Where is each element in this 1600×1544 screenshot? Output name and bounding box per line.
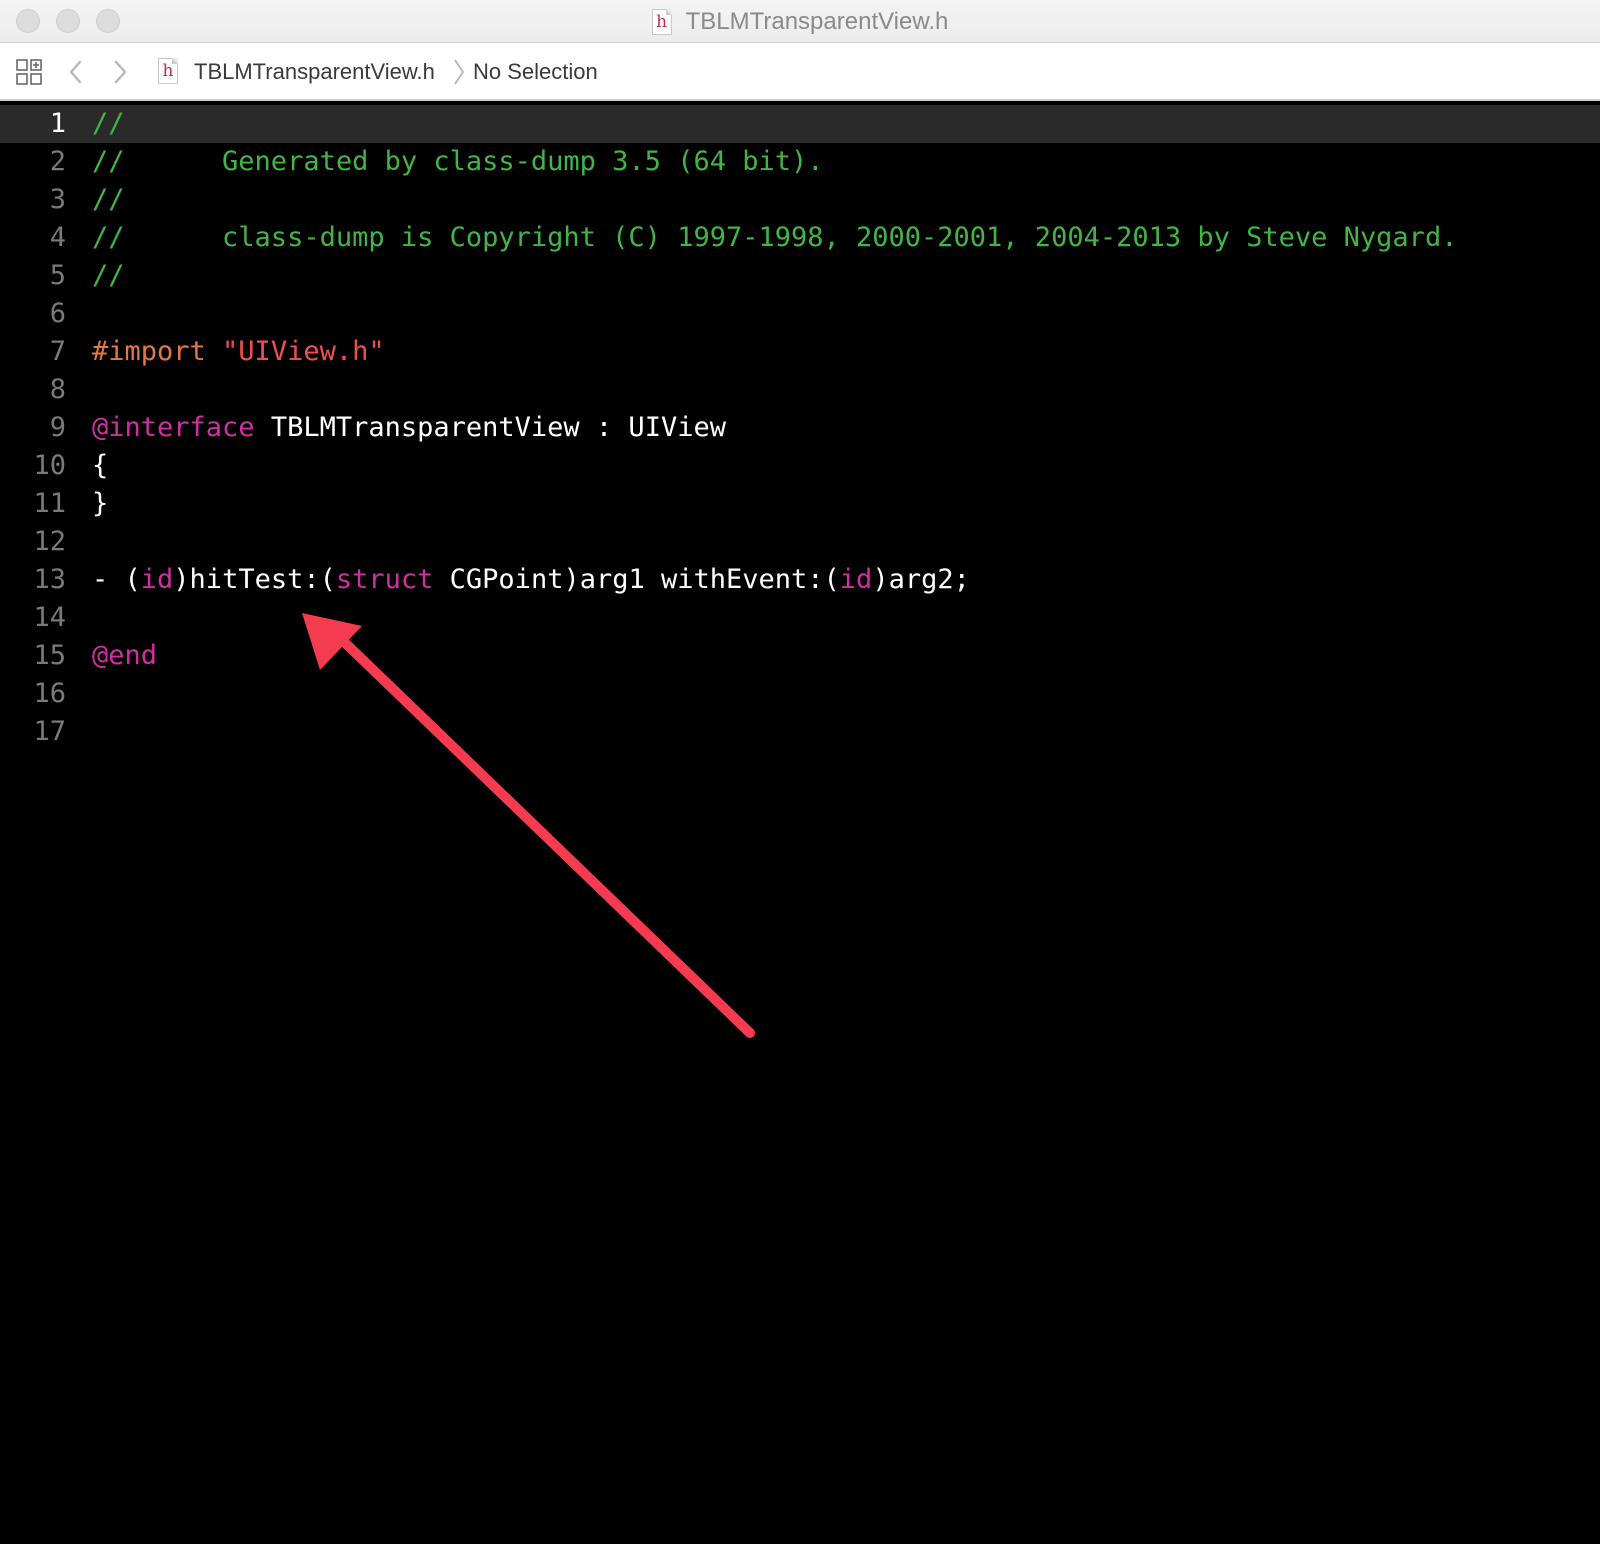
line-code: - (id)hitTest:(struct CGPoint)arg1 withE… — [92, 561, 970, 599]
minimize-window-button[interactable] — [56, 9, 80, 33]
line-number: 11 — [33, 488, 66, 519]
code-line[interactable]: 16 — [0, 675, 1600, 713]
line-number: 14 — [33, 602, 66, 633]
breadcrumb-file[interactable]: TBLMTransparentView.h — [194, 56, 435, 88]
code-token-comment: // Generated by class-dump 3.5 (64 bit). — [92, 146, 824, 177]
line-code: } — [92, 485, 108, 523]
line-number: 12 — [33, 526, 66, 557]
code-token-plain: )arg2; — [872, 564, 970, 595]
line-number: 6 — [49, 298, 66, 329]
code-line[interactable]: 5 // — [0, 257, 1600, 295]
line-code: // — [92, 257, 125, 295]
code-line[interactable]: 7 #import "UIView.h" — [0, 333, 1600, 371]
code-token-comment: // — [92, 260, 125, 291]
code-line[interactable]: 13- (id)hitTest:(struct CGPoint)arg1 wit… — [0, 561, 1600, 599]
line-code: // class-dump is Copyright (C) 1997-1998… — [92, 219, 1457, 257]
line-number: 13 — [33, 564, 66, 595]
code-line[interactable]: 3 // — [0, 181, 1600, 219]
code-token-keyword: struct — [335, 564, 434, 595]
code-line[interactable]: 10 { — [0, 447, 1600, 485]
zoom-window-button[interactable] — [96, 9, 120, 33]
line-number: 17 — [33, 716, 66, 747]
code-token-keyword: @end — [92, 640, 158, 671]
jump-bar: h TBLMTransparentView.h No Selection — [0, 43, 1600, 101]
line-code: // Generated by class-dump 3.5 (64 bit). — [92, 143, 824, 181]
code-token-prep: #import — [92, 336, 223, 367]
source-editor[interactable]: 1 // 2 // Generated by class-dump 3.5 (64 b… — [0, 101, 1600, 1544]
window-title: TBLMTransparentView.h — [685, 7, 949, 35]
code-token-plain: - ( — [92, 564, 141, 595]
line-number: 4 — [49, 222, 66, 253]
window-title-group: h TBLMTransparentView.h — [0, 0, 1600, 43]
line-code: // — [92, 105, 125, 143]
line-number: 15 — [33, 640, 66, 671]
line-number: 16 — [33, 678, 66, 709]
line-number: 10 — [33, 450, 66, 481]
code-line[interactable]: 11} — [0, 485, 1600, 523]
code-line[interactable]: 9 @interface TBLMTransparentView : UIView — [0, 409, 1600, 447]
header-file-icon: h — [651, 8, 672, 35]
xcode-window: h TBLMTransparentView.h h TBLMTransparen… — [0, 0, 1600, 1544]
code-line[interactable]: 8 — [0, 371, 1600, 409]
code-token-comment: // class-dump is Copyright (C) 1997-1998… — [92, 222, 1458, 253]
navigate-forward-icon[interactable] — [110, 58, 130, 86]
breadcrumb-selection[interactable]: No Selection — [473, 56, 598, 88]
navigate-back-icon[interactable] — [66, 58, 86, 86]
code-token-plain: } — [92, 488, 109, 519]
line-number: 9 — [49, 412, 66, 443]
related-items-grid-icon[interactable] — [16, 59, 42, 85]
code-token-plain: TBLMTransparentView : UIView — [254, 412, 726, 443]
code-token-keyword: id — [839, 564, 873, 595]
code-token-string: "UIView.h" — [222, 336, 385, 367]
line-code: // — [92, 181, 125, 219]
code-line[interactable]: 17 — [0, 713, 1600, 751]
code-line[interactable]: 6 — [0, 295, 1600, 333]
code-token-comment: // — [92, 184, 125, 215]
line-number: 7 — [49, 336, 66, 367]
code-token-plain: )hitTest:( — [173, 564, 336, 595]
code-line[interactable]: 12 — [0, 523, 1600, 561]
code-token-keyword: id — [140, 564, 174, 595]
line-number: 1 — [49, 108, 66, 139]
line-code: #import "UIView.h" — [92, 333, 385, 371]
line-number: 5 — [49, 260, 66, 291]
code-line[interactable]: 15 @end — [0, 637, 1600, 675]
code-token-plain: CGPoint)arg1 withEvent:( — [433, 564, 840, 595]
code-token-comment: // — [92, 108, 125, 139]
code-line[interactable]: 2 // Generated by class-dump 3.5 (64 bit)… — [0, 143, 1600, 181]
title-bar: h TBLMTransparentView.h — [0, 0, 1600, 43]
breadcrumb-chevron-icon — [454, 59, 464, 85]
code-token-plain: { — [92, 450, 109, 481]
line-number: 2 — [49, 146, 66, 177]
code-line[interactable]: 4 // class-dump is Copyright (C) 1997-199… — [0, 219, 1600, 257]
code-line[interactable]: 1 // — [0, 105, 1600, 143]
line-code: { — [92, 447, 108, 485]
line-number: 3 — [49, 184, 66, 215]
header-file-icon: h — [158, 58, 178, 84]
line-number: 8 — [49, 374, 66, 405]
line-code: @end — [92, 637, 157, 675]
close-window-button[interactable] — [16, 9, 40, 33]
line-code: @interface TBLMTransparentView : UIView — [92, 409, 726, 447]
code-line[interactable]: 14 — [0, 599, 1600, 637]
code-token-keyword: @interface — [92, 412, 255, 443]
